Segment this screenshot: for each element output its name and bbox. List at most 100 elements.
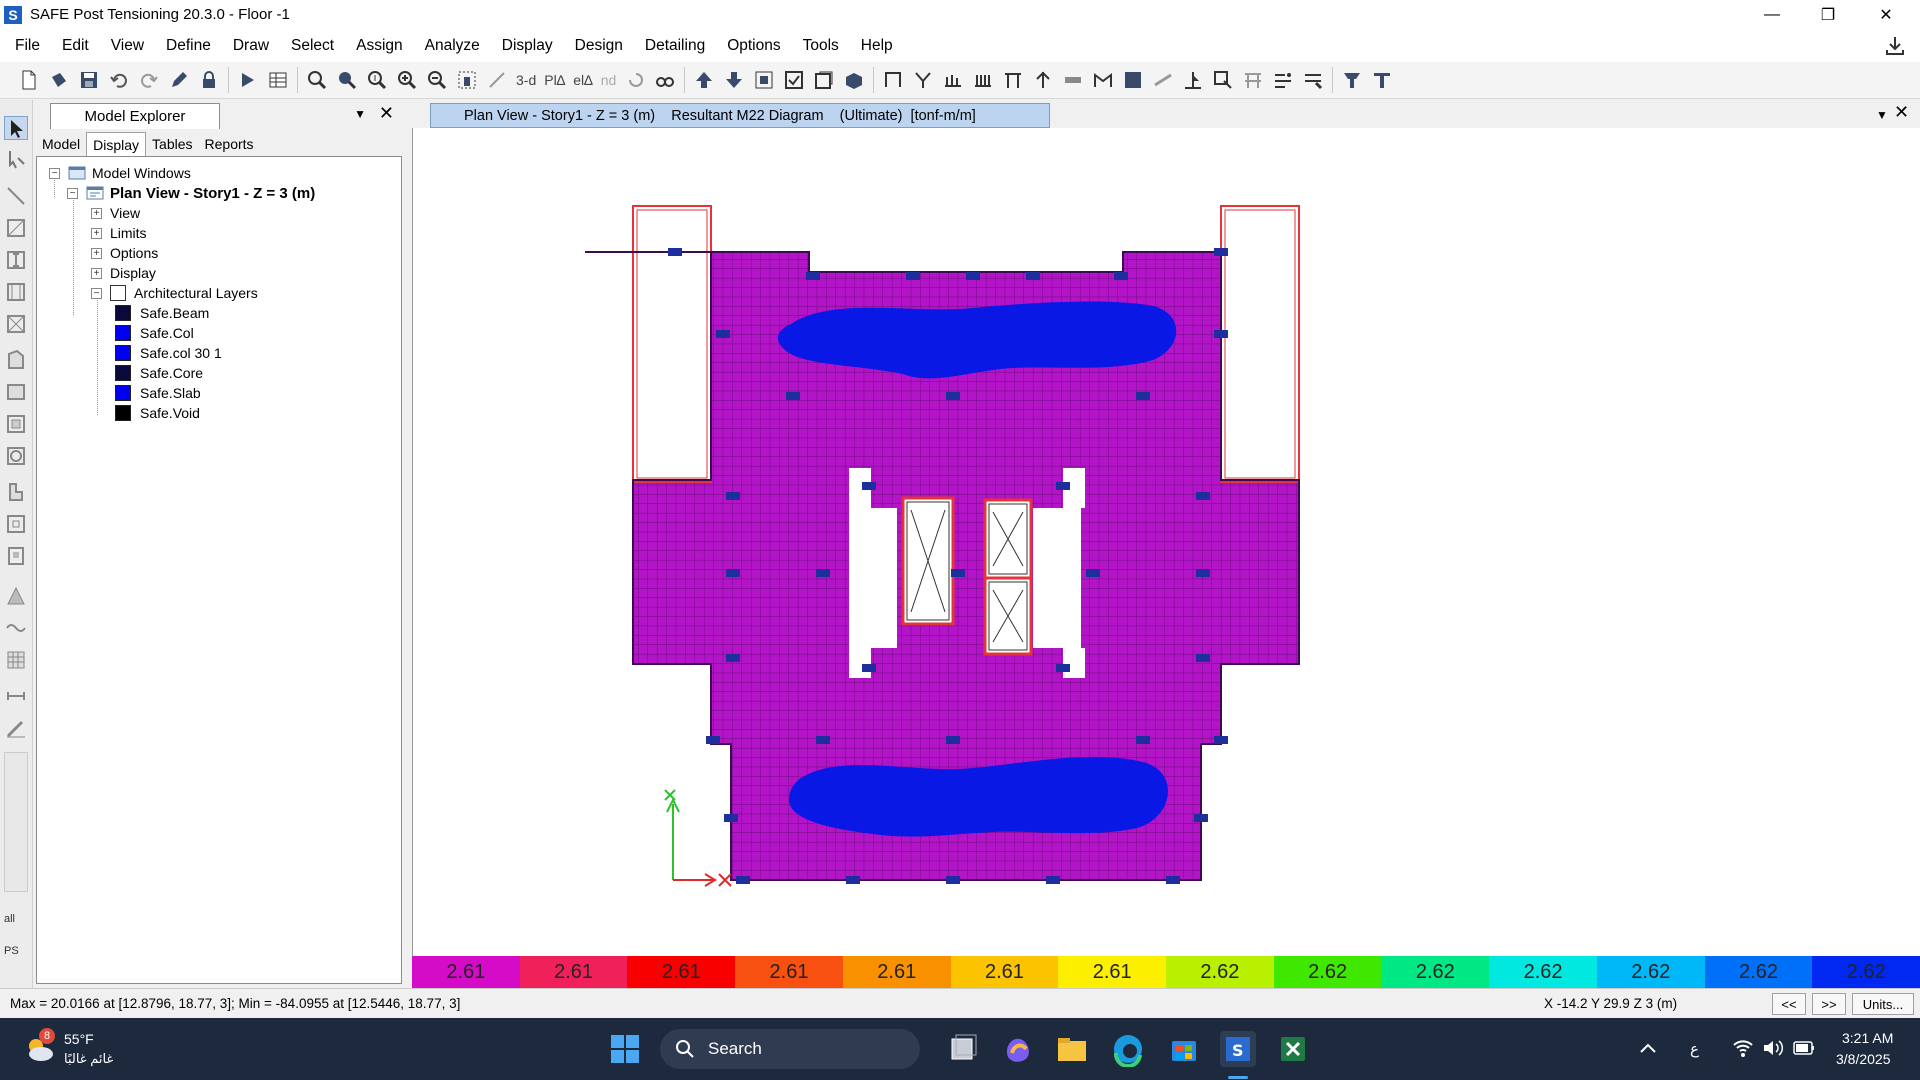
wifi-icon[interactable]: [1732, 1038, 1754, 1058]
tree-row-layer[interactable]: Safe.Col: [115, 323, 194, 343]
file-explorer-icon[interactable]: [1054, 1031, 1090, 1067]
units-button[interactable]: Units...: [1852, 993, 1914, 1015]
next-button[interactable]: >>: [1812, 993, 1846, 1015]
select-previous-label[interactable]: PS: [4, 945, 19, 957]
zoom-restore-icon[interactable]: [362, 65, 392, 95]
battery-icon[interactable]: [1792, 1039, 1816, 1057]
display-deformed-icon[interactable]: [809, 65, 839, 95]
menu-help[interactable]: Help: [850, 29, 904, 62]
safe-app-icon[interactable]: S: [1220, 1031, 1256, 1067]
draw-wave-icon[interactable]: [4, 616, 28, 640]
draw-rect-area-icon[interactable]: [4, 380, 28, 404]
tab-tables[interactable]: Tables: [146, 132, 198, 156]
draw-circle-area-icon[interactable]: [4, 444, 28, 468]
menu-view[interactable]: View: [100, 29, 155, 62]
draw-tendon-tool-icon[interactable]: [4, 584, 28, 608]
move-up-icon[interactable]: [689, 65, 719, 95]
draw-slab-icon[interactable]: [1088, 65, 1118, 95]
menu-display[interactable]: Display: [491, 29, 564, 62]
tree-row-architectural-layers[interactable]: − Architectural Layers: [91, 283, 258, 303]
draw-rect-icon[interactable]: [4, 216, 28, 240]
prev-button[interactable]: <<: [1772, 993, 1806, 1015]
tree-row-layer[interactable]: Safe.Beam: [115, 303, 209, 323]
plan-view-tab[interactable]: Plan View - Story1 - Z = 3 (m) Resultant…: [430, 103, 1050, 128]
object-shrink-icon[interactable]: [749, 65, 779, 95]
menu-draw[interactable]: Draw: [222, 29, 280, 62]
doc-pin-icon[interactable]: ▼: [1876, 108, 1888, 122]
menu-edit[interactable]: Edit: [51, 29, 100, 62]
expand-icon[interactable]: +: [91, 267, 102, 279]
3d-view-button[interactable]: 3-d: [512, 72, 540, 88]
tool-strip-scroll[interactable]: [4, 752, 28, 892]
pan-icon[interactable]: [452, 65, 482, 95]
show-tables-icon[interactable]: [263, 65, 293, 95]
tree-row-model-windows[interactable]: − Model Windows: [49, 163, 191, 183]
explorer-pin-icon[interactable]: ▼: [354, 107, 366, 121]
draw-wall-icon[interactable]: [1058, 65, 1088, 95]
draw-drop-panel-icon[interactable]: [4, 544, 28, 568]
filter-tool-icon[interactable]: [1367, 65, 1397, 95]
layer-checkbox[interactable]: [110, 285, 126, 301]
move-down-icon[interactable]: [719, 65, 749, 95]
menu-options[interactable]: Options: [716, 29, 791, 62]
explorer-close-icon[interactable]: ✕: [379, 103, 394, 124]
perspective-icon[interactable]: [650, 65, 680, 95]
layer-color-swatch[interactable]: [115, 345, 131, 361]
tree-row-options[interactable]: + Options: [91, 243, 158, 263]
collapse-icon[interactable]: −: [91, 287, 102, 299]
minimize-button[interactable]: —: [1744, 0, 1800, 29]
menu-tools[interactable]: Tools: [792, 29, 850, 62]
task-view-icon[interactable]: [946, 1031, 982, 1067]
edge-browser-icon[interactable]: [1110, 1031, 1146, 1067]
weather-description[interactable]: غائم غالبًا: [64, 1051, 113, 1067]
tab-display[interactable]: Display: [86, 132, 147, 157]
close-button[interactable]: ✕: [1858, 0, 1914, 29]
chevron-up-icon[interactable]: [1638, 1040, 1658, 1056]
store-icon[interactable]: [1166, 1031, 1202, 1067]
tab-model[interactable]: Model: [36, 132, 86, 156]
reshape-icon[interactable]: [4, 148, 28, 172]
menu-analyze[interactable]: Analyze: [414, 29, 491, 62]
menu-define[interactable]: Define: [155, 29, 222, 62]
draw-dimension-tool-icon[interactable]: [4, 684, 28, 708]
select-tool-icon[interactable]: [1337, 65, 1367, 95]
expand-icon[interactable]: +: [91, 247, 102, 259]
nd-view-button[interactable]: nd: [597, 72, 621, 88]
draw-column-tool-icon[interactable]: [4, 248, 28, 272]
layer-color-swatch[interactable]: [115, 365, 131, 381]
windows-start-icon[interactable]: [607, 1031, 643, 1067]
volume-icon[interactable]: [1762, 1038, 1784, 1058]
lock-icon[interactable]: [194, 65, 224, 95]
draw-brace-icon[interactable]: [4, 312, 28, 336]
redo-icon[interactable]: [134, 65, 164, 95]
tree-row-limits[interactable]: + Limits: [91, 223, 147, 243]
collapse-icon[interactable]: −: [67, 187, 78, 199]
collapse-icon[interactable]: −: [49, 167, 60, 179]
draw-poly-area-icon[interactable]: [4, 348, 28, 372]
zoom-in-icon[interactable]: [392, 65, 422, 95]
excel-icon[interactable]: [1275, 1031, 1311, 1067]
menu-detailing[interactable]: Detailing: [634, 29, 716, 62]
run-analysis-icon[interactable]: [233, 65, 263, 95]
draw-corner-icon[interactable]: [4, 480, 28, 504]
expand-icon[interactable]: +: [91, 227, 102, 239]
undo-icon[interactable]: [104, 65, 134, 95]
tree-row-layer[interactable]: Safe.Core: [115, 363, 203, 383]
menu-assign[interactable]: Assign: [345, 29, 414, 62]
tree-row-plan-view[interactable]: − Plan View - Story1 - Z = 3 (m): [67, 183, 315, 203]
plan-view-button[interactable]: Pl∆: [540, 72, 569, 88]
clock-date[interactable]: 3/8/2025: [1836, 1051, 1891, 1067]
draw-strip-icon[interactable]: [968, 65, 998, 95]
tree-row-layer[interactable]: Safe.Void: [115, 403, 200, 423]
draw-point-icon[interactable]: [1178, 65, 1208, 95]
menu-select[interactable]: Select: [280, 29, 345, 62]
draw-frame-icon[interactable]: [878, 65, 908, 95]
taskbar-search[interactable]: Search: [660, 1029, 920, 1069]
draw-reference-icon[interactable]: [1268, 65, 1298, 95]
zoom-window-icon[interactable]: [302, 65, 332, 95]
tree-row-view[interactable]: + View: [91, 203, 140, 223]
draw-column-icon[interactable]: [998, 65, 1028, 95]
draw-support-icon[interactable]: [908, 65, 938, 95]
plan-view-canvas[interactable]: [412, 128, 1920, 956]
input-language[interactable]: ع: [1690, 1040, 1699, 1058]
